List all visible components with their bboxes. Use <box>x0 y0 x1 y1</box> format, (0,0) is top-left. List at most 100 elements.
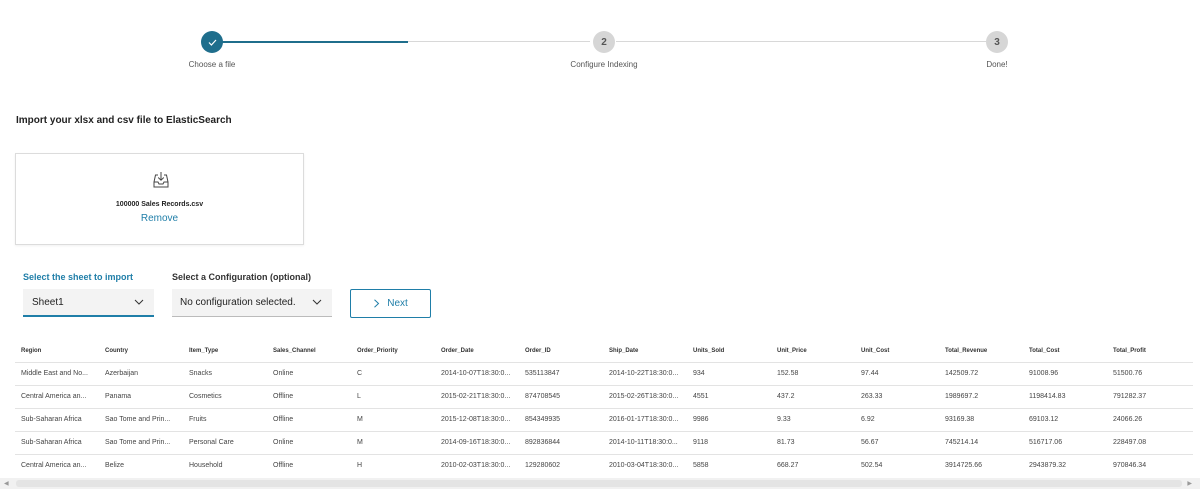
table-cell: 81.73 <box>771 430 855 454</box>
table-cell: 6.92 <box>855 407 939 431</box>
table-row[interactable]: Central America an... Belize Household Offl… <box>15 453 1193 477</box>
table-cell: Cosmetics <box>183 384 267 408</box>
table-cell: 3914725.66 <box>939 453 1023 477</box>
table-cell: 668.27 <box>771 453 855 477</box>
table-cell: 129280602 <box>519 453 603 477</box>
table-cell: 142509.72 <box>939 361 1023 385</box>
table-cell: Household <box>183 453 267 477</box>
table-cell: C <box>351 361 435 385</box>
sheet-select-label: Select the sheet to import <box>23 272 134 282</box>
table-cell: 2015-12-08T18:30:0... <box>435 407 519 431</box>
step-3-circle: 3 <box>986 31 1008 53</box>
table-cell: 263.33 <box>855 384 939 408</box>
table-cell: 2016-01-17T18:30:0... <box>603 407 687 431</box>
column-header[interactable]: Total_Revenue <box>939 340 1023 362</box>
table-cell: 970846.34 <box>1107 453 1193 477</box>
column-header[interactable]: Order_Priority <box>351 340 435 362</box>
table-cell: 5858 <box>687 453 771 477</box>
step-1-check-icon <box>201 31 223 53</box>
table-cell: 228497.08 <box>1107 430 1193 454</box>
scroll-right-arrow-icon[interactable]: ▶ <box>1187 480 1192 487</box>
table-cell: 2010-02-03T18:30:0... <box>435 453 519 477</box>
table-cell: 745214.14 <box>939 430 1023 454</box>
table-cell: 2010-03-04T18:30:0... <box>603 453 687 477</box>
stepper-line-pending <box>616 41 986 42</box>
table-cell: L <box>351 384 435 408</box>
table-cell: 502.54 <box>855 453 939 477</box>
table-cell: 874708545 <box>519 384 603 408</box>
table-row[interactable]: Central America an... Panama Cosmetics Offl… <box>15 384 1193 408</box>
table-cell: Personal Care <box>183 430 267 454</box>
table-cell: 892836844 <box>519 430 603 454</box>
column-header[interactable]: Unit_Cost <box>855 340 939 362</box>
table-cell: 854349935 <box>519 407 603 431</box>
data-preview-table: Region Country Item_Type Sales_Channel O… <box>15 340 1193 486</box>
horizontal-scrollbar[interactable]: ◀ ▶ <box>0 478 1200 489</box>
table-cell: 2943879.32 <box>1023 453 1107 477</box>
table-cell: 4551 <box>687 384 771 408</box>
table-row[interactable]: Sub-Saharan Africa Sao Tome and Prin... Fr… <box>15 407 1193 431</box>
config-select-label: Select a Configuration (optional) <box>172 272 311 282</box>
table-row[interactable]: Middle East and No... Azerbaijan Snacks Onl… <box>15 361 1193 385</box>
uploaded-file-name: 100000 Sales Records.csv <box>115 201 204 208</box>
table-cell: 791282.37 <box>1107 384 1193 408</box>
table-cell: Online <box>267 361 351 385</box>
column-header[interactable]: Item_Type <box>183 340 267 362</box>
step-2-circle: 2 <box>593 31 615 53</box>
column-header[interactable]: Units_Sold <box>687 340 771 362</box>
column-header[interactable]: Order_Date <box>435 340 519 362</box>
table-cell: Sao Tome and Prin... <box>99 430 183 454</box>
table-cell: 2015-02-21T18:30:0... <box>435 384 519 408</box>
table-cell: 9118 <box>687 430 771 454</box>
chevron-down-icon <box>134 299 144 305</box>
table-cell: Sub-Saharan Africa <box>15 407 99 431</box>
column-header[interactable]: Country <box>99 340 183 362</box>
column-header[interactable]: Region <box>15 340 99 362</box>
table-cell: 152.58 <box>771 361 855 385</box>
table-cell: 535113847 <box>519 361 603 385</box>
table-cell: Sao Tome and Prin... <box>99 407 183 431</box>
column-header[interactable]: Sales_Channel <box>267 340 351 362</box>
table-cell: Middle East and No... <box>15 361 99 385</box>
config-select[interactable]: No configuration selected. <box>172 289 332 317</box>
chevron-right-icon <box>374 299 380 308</box>
stepper-line-complete <box>222 41 408 43</box>
file-upload-card[interactable]: 100000 Sales Records.csv Remove <box>15 153 304 245</box>
table-cell: 9986 <box>687 407 771 431</box>
table-cell: 51500.76 <box>1107 361 1193 385</box>
progress-stepper: 2 3 Choose a file Configure Indexing Don… <box>0 0 1200 80</box>
table-cell: 437.2 <box>771 384 855 408</box>
table-cell: Fruits <box>183 407 267 431</box>
table-cell: M <box>351 407 435 431</box>
remove-file-link[interactable]: Remove <box>16 213 303 224</box>
table-cell: 69103.12 <box>1023 407 1107 431</box>
table-cell: 24066.26 <box>1107 407 1193 431</box>
next-button[interactable]: Next <box>350 289 431 318</box>
table-cell: 56.67 <box>855 430 939 454</box>
table-cell: Panama <box>99 384 183 408</box>
scroll-left-arrow-icon[interactable]: ◀ <box>4 480 9 487</box>
stepper-line-pending <box>408 41 590 42</box>
column-header[interactable]: Total_Cost <box>1023 340 1107 362</box>
table-cell: Belize <box>99 453 183 477</box>
next-button-label: Next <box>387 298 408 309</box>
column-header[interactable]: Order_ID <box>519 340 603 362</box>
table-cell: 9.33 <box>771 407 855 431</box>
sheet-select[interactable]: Sheet1 <box>23 289 154 317</box>
table-cell: M <box>351 430 435 454</box>
table-cell: Snacks <box>183 361 267 385</box>
column-header[interactable]: Ship_Date <box>603 340 687 362</box>
column-header[interactable]: Total_Profit <box>1107 340 1193 362</box>
table-cell: 516717.06 <box>1023 430 1107 454</box>
config-select-value: No configuration selected. <box>180 297 296 308</box>
table-row[interactable]: Sub-Saharan Africa Sao Tome and Prin... Pe… <box>15 430 1193 454</box>
table-cell: 97.44 <box>855 361 939 385</box>
step-1-label: Choose a file <box>188 60 236 69</box>
check-icon <box>208 39 216 46</box>
table-cell: Online <box>267 430 351 454</box>
table-cell: Offline <box>267 453 351 477</box>
scrollbar-thumb[interactable] <box>16 480 1182 487</box>
column-header[interactable]: Unit_Price <box>771 340 855 362</box>
table-cell: 1198414.83 <box>1023 384 1107 408</box>
table-header-row: Region Country Item_Type Sales_Channel O… <box>15 340 1193 362</box>
